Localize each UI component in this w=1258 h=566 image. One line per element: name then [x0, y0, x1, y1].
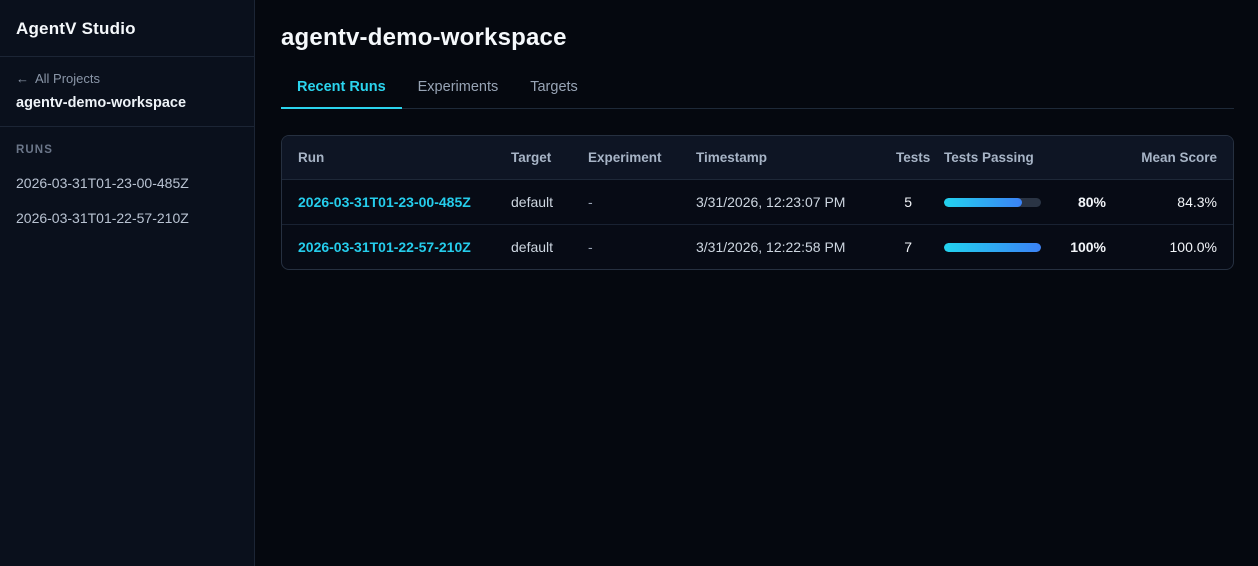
col-header-experiment: Experiment: [572, 136, 680, 180]
timestamp-cell: 3/31/2026, 12:22:58 PM: [696, 239, 846, 255]
timestamp-cell: 3/31/2026, 12:23:07 PM: [680, 179, 880, 225]
progress-bar: [944, 197, 1041, 207]
arrow-left-icon: ←: [16, 71, 29, 86]
sidebar: AgentV Studio ← All Projects agentv-demo…: [0, 0, 255, 566]
progress-bar-fill: [944, 242, 1041, 252]
col-header-mean-score: Mean Score: [1122, 136, 1233, 180]
col-header-run: Run: [282, 136, 495, 180]
progress-bar-fill: [944, 197, 1022, 207]
table-header-row: Run Target Experiment Timestamp Tests Te…: [282, 136, 1233, 180]
col-header-tests-passing: Tests Passing: [928, 136, 1122, 180]
page-title: agentv-demo-workspace: [281, 24, 567, 51]
mean-score-cell: 100.0%: [1169, 239, 1217, 255]
runs-section-label: RUNS: [16, 144, 53, 156]
tests-passing-cell: 80%: [944, 194, 1106, 210]
table-row: 2026-03-31T01-22-57-210Z default - 3/31/…: [282, 225, 1233, 270]
runs-table-container: Run Target Experiment Timestamp Tests Te…: [281, 135, 1234, 270]
progress-bar: [944, 242, 1041, 252]
tab-experiments[interactable]: Experiments: [402, 79, 515, 109]
sidebar-header: AgentV Studio: [0, 0, 254, 57]
target-cell: default: [511, 239, 554, 255]
mean-score-cell: 84.3%: [1122, 179, 1233, 225]
target-cell: default: [495, 179, 572, 225]
tests-count-cell: 5: [880, 179, 928, 225]
tests-passing-cell: 100%: [944, 239, 1106, 255]
experiment-cell: -: [572, 179, 680, 225]
runs-table: Run Target Experiment Timestamp Tests Te…: [282, 136, 1233, 269]
tab-recent-runs[interactable]: Recent Runs: [281, 79, 402, 109]
app-title: AgentV Studio: [16, 19, 136, 38]
sidebar-workspace-name: agentv-demo-workspace: [16, 95, 187, 111]
tests-passing-percent: 80%: [1077, 194, 1106, 210]
tests-passing-percent: 100%: [1070, 239, 1106, 255]
sidebar-runs-section: RUNS 2026-03-31T01-23-00-485Z 2026-03-31…: [0, 127, 254, 243]
run-link[interactable]: 2026-03-31T01-23-00-485Z: [298, 194, 471, 210]
sidebar-run-item[interactable]: 2026-03-31T01-22-57-210Z: [16, 210, 238, 226]
col-header-target: Target: [495, 136, 572, 180]
all-projects-label: All Projects: [35, 71, 101, 86]
main-content: agentv-demo-workspace Recent Runs Experi…: [255, 0, 1258, 566]
experiment-cell: -: [588, 239, 593, 255]
run-link[interactable]: 2026-03-31T01-22-57-210Z: [298, 239, 471, 255]
tab-bar: Recent Runs Experiments Targets: [281, 79, 1234, 109]
all-projects-back-link[interactable]: ← All Projects: [16, 71, 238, 86]
tab-targets[interactable]: Targets: [514, 79, 594, 109]
tests-count-cell: 7: [904, 239, 912, 255]
table-row: 2026-03-31T01-23-00-485Z default - 3/31/…: [282, 179, 1233, 225]
sidebar-run-item[interactable]: 2026-03-31T01-23-00-485Z: [16, 175, 238, 191]
col-header-timestamp: Timestamp: [680, 136, 880, 180]
sidebar-project-section: ← All Projects agentv-demo-workspace: [0, 57, 254, 127]
col-header-tests: Tests: [880, 136, 930, 180]
